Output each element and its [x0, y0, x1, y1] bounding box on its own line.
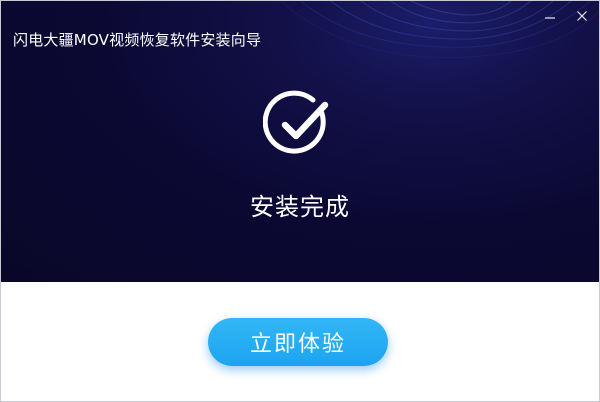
- check-circle-icon: [262, 90, 329, 154]
- installer-window: 闪电大疆MOV视频恢复软件安装向导 安装完成 立即体验: [0, 0, 600, 402]
- close-button[interactable]: [573, 7, 591, 25]
- install-complete-text: 安装完成: [250, 193, 350, 221]
- try-now-button[interactable]: 立即体验: [208, 318, 388, 366]
- minimize-button[interactable]: [541, 7, 559, 25]
- header-banner: 闪电大疆MOV视频恢复软件安装向导 安装完成: [1, 1, 599, 282]
- minimize-icon: [545, 17, 555, 19]
- footer-panel: 立即体验: [1, 282, 599, 401]
- window-title: 闪电大疆MOV视频恢复软件安装向导: [13, 31, 262, 49]
- close-icon: [577, 11, 587, 21]
- success-indicator: [262, 89, 335, 161]
